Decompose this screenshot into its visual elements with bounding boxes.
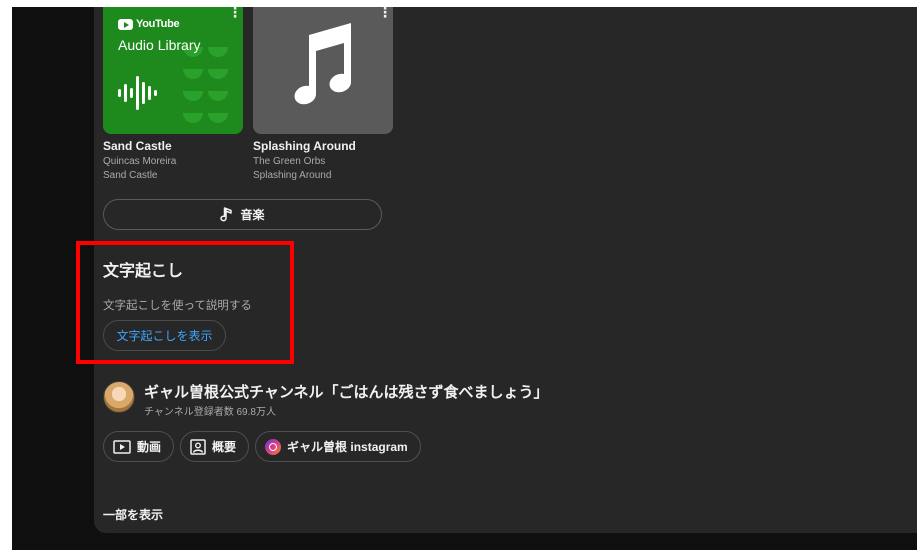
youtube-play-icon bbox=[118, 18, 133, 30]
videos-chip[interactable]: 動画 bbox=[103, 431, 175, 462]
audio-library-caption: Audio Library bbox=[118, 37, 201, 53]
youtube-logo: YouTube bbox=[118, 18, 180, 30]
channel-info: ギャル曽根公式チャンネル「ごはんは残さず食べましょう」 チャンネル登録者数 69… bbox=[103, 378, 803, 418]
music-button[interactable]: 音楽 bbox=[103, 199, 382, 230]
show-less-button[interactable]: 一部を表示 bbox=[103, 506, 163, 523]
avatar[interactable] bbox=[103, 381, 135, 413]
about-chip-label: 概要 bbox=[212, 440, 237, 454]
waveform-icon bbox=[118, 76, 157, 110]
song-title[interactable]: Splashing Around bbox=[253, 139, 393, 153]
song-album: Splashing Around bbox=[253, 170, 332, 181]
subscriber-count: チャンネル登録者数 69.8万人 bbox=[144, 407, 276, 418]
song-title[interactable]: Sand Castle bbox=[103, 139, 243, 153]
more-options-icon[interactable]: ⋮ bbox=[378, 7, 392, 19]
song-album: Sand Castle bbox=[103, 170, 158, 181]
youtube-wordmark: YouTube bbox=[136, 18, 180, 30]
more-options-icon[interactable]: ⋮ bbox=[228, 7, 242, 19]
about-chip[interactable]: 概要 bbox=[180, 431, 250, 462]
video-icon bbox=[113, 439, 131, 454]
music-thumbnail[interactable]: YouTube Audio Library ⋮ bbox=[103, 7, 243, 134]
videos-chip-label: 動画 bbox=[137, 440, 162, 454]
highlight-annotation bbox=[76, 241, 294, 364]
music-button-label: 音楽 bbox=[240, 208, 265, 222]
instagram-chip[interactable]: ギャル曽根 instagram bbox=[255, 431, 421, 462]
channel-links: 動画 概要 ギャル曽根 instagram bbox=[103, 431, 421, 462]
song-artist: Quincas Moreira bbox=[103, 156, 177, 167]
channel-name[interactable]: ギャル曽根公式チャンネル「ごはんは残さず食べましょう」 bbox=[144, 381, 549, 402]
music-card[interactable]: ⋮ Splashing Around The Green Orbs Splash… bbox=[253, 7, 393, 181]
music-thumbnail[interactable]: ⋮ bbox=[253, 7, 393, 134]
music-card[interactable]: YouTube Audio Library ⋮ Sand Castle Quin… bbox=[103, 7, 243, 181]
profile-icon bbox=[190, 438, 206, 455]
instagram-icon bbox=[265, 438, 282, 455]
song-artist: The Green Orbs bbox=[253, 156, 326, 167]
thumbnail-pattern bbox=[183, 47, 228, 123]
music-note-icon bbox=[220, 206, 233, 221]
music-note-icon bbox=[294, 23, 351, 105]
instagram-chip-label: ギャル曽根 instagram bbox=[287, 440, 408, 454]
